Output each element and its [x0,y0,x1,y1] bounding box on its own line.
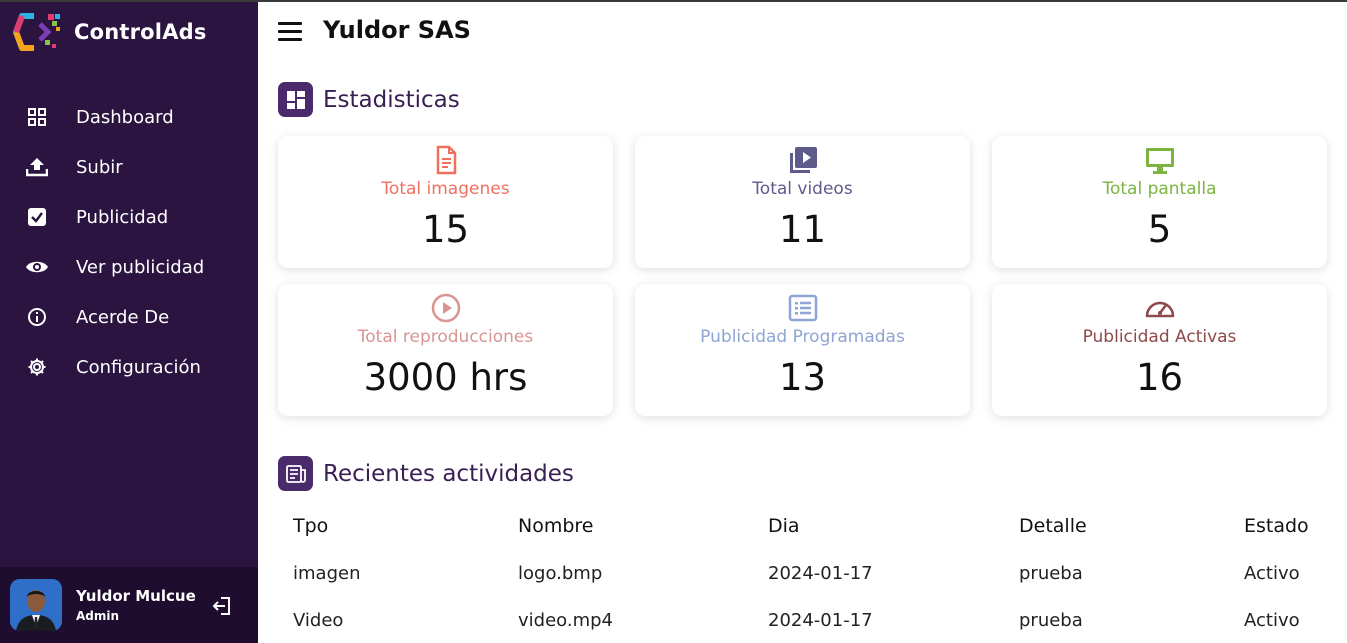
sidebar-item-acerde-de[interactable]: Acerde De [0,292,258,342]
sidebar-item-label: Ver publicidad [76,256,205,278]
list-icon [788,294,817,322]
sidebar-item-label: Publicidad [76,206,169,228]
section-title: Recientes actividades [323,460,574,487]
table-header-row: Tpo Nombre Dia Detalle Estado [278,502,1339,550]
sidebar-item-label: Configuración [76,356,201,378]
stat-label: Total reproducciones [357,327,534,347]
controlads-logo-icon [13,13,60,51]
main-content: Yuldor SAS Estadisticas Total imagenes 1… [258,2,1347,643]
stat-card-total-pantalla: Total pantalla 5 [992,136,1327,268]
dashboard-icon [278,82,313,117]
logout-icon[interactable] [210,594,234,618]
stat-value: 11 [778,208,827,251]
stat-card-total-reproducciones: Total reproducciones 3000 hrs [278,284,613,416]
stat-card-publicidad-programadas: Publicidad Programadas 13 [635,284,970,416]
stat-label: Total videos [752,179,853,199]
column-header: Estado [1244,515,1309,537]
table-cell: Activo [1244,563,1300,584]
table-cell: imagen [293,563,361,584]
user-panel: Yuldor Mulcue Admin [0,567,258,643]
stat-card-total-imagenes: Total imagenes 15 [278,136,613,268]
page-title: Yuldor SAS [323,16,471,44]
speedometer-icon [1145,301,1174,318]
table-row[interactable]: imagen logo.bmp 2024-01-17 prueba Activo [278,550,1339,597]
table-cell: Video [293,610,344,631]
user-name: Yuldor Mulcue [76,587,196,605]
stat-label: Total imagenes [381,179,510,199]
sidebar-item-subir[interactable]: Subir [0,142,258,192]
newspaper-icon [278,456,313,491]
upload-icon [24,154,50,180]
gear-icon [24,354,50,380]
column-header: Tpo [293,515,329,537]
column-header: Detalle [1019,515,1087,537]
eye-icon [24,254,50,280]
stat-card-total-videos: Total videos 11 [635,136,970,268]
avatar[interactable] [10,579,62,631]
table-cell: Activo [1244,610,1300,631]
section-title: Estadisticas [323,86,460,113]
stat-label: Publicidad Activas [1082,327,1237,347]
stat-value: 16 [1135,356,1184,399]
sidebar: ControlAds Dashboard Subir Publicidad Ve… [0,2,258,643]
stat-label: Publicidad Programadas [700,327,905,347]
sidebar-item-dashboard[interactable]: Dashboard [0,92,258,142]
play-circle-icon [431,293,460,323]
recent-activity-table: Tpo Nombre Dia Detalle Estado imagen log… [278,502,1339,643]
user-info: Yuldor Mulcue Admin [76,587,196,623]
stat-card-publicidad-activas: Publicidad Activas 16 [992,284,1327,416]
sidebar-item-label: Acerde De [76,306,170,328]
sidebar-item-label: Subir [76,156,123,178]
table-cell: video.mp4 [518,610,613,631]
brand-name: ControlAds [74,20,207,44]
stat-value: 5 [1147,208,1172,251]
table-cell: logo.bmp [518,563,603,584]
stats-section-header: Estadisticas [278,82,460,117]
stat-value: 13 [778,356,827,399]
monitor-icon [1145,148,1174,174]
user-role: Admin [76,609,120,623]
info-icon [24,304,50,330]
recent-section-header: Recientes actividades [278,456,574,491]
table-cell: 2024-01-17 [768,610,873,631]
menu-toggle-icon[interactable] [278,22,302,44]
column-header: Nombre [518,515,594,537]
sidebar-item-configuracion[interactable]: Configuración [0,342,258,392]
sidebar-item-publicidad[interactable]: Publicidad [0,192,258,242]
table-cell: prueba [1019,610,1083,631]
stat-label: Total pantalla [1102,179,1217,199]
brand[interactable]: ControlAds [12,10,207,54]
table-cell: prueba [1019,563,1083,584]
document-icon [436,145,456,175]
grid-icon [24,104,50,130]
checkbox-icon [24,204,50,230]
stat-value: 3000 hrs [363,356,528,399]
video-library-icon [789,147,817,173]
sidebar-nav: Dashboard Subir Publicidad Ver publicida… [0,92,258,392]
sidebar-item-ver-publicidad[interactable]: Ver publicidad [0,242,258,292]
table-row[interactable]: Video video.mp4 2024-01-17 prueba Activo [278,597,1339,643]
table-cell: 2024-01-17 [768,563,873,584]
column-header: Dia [768,515,800,537]
stat-value: 15 [421,208,470,251]
sidebar-item-label: Dashboard [76,106,174,128]
